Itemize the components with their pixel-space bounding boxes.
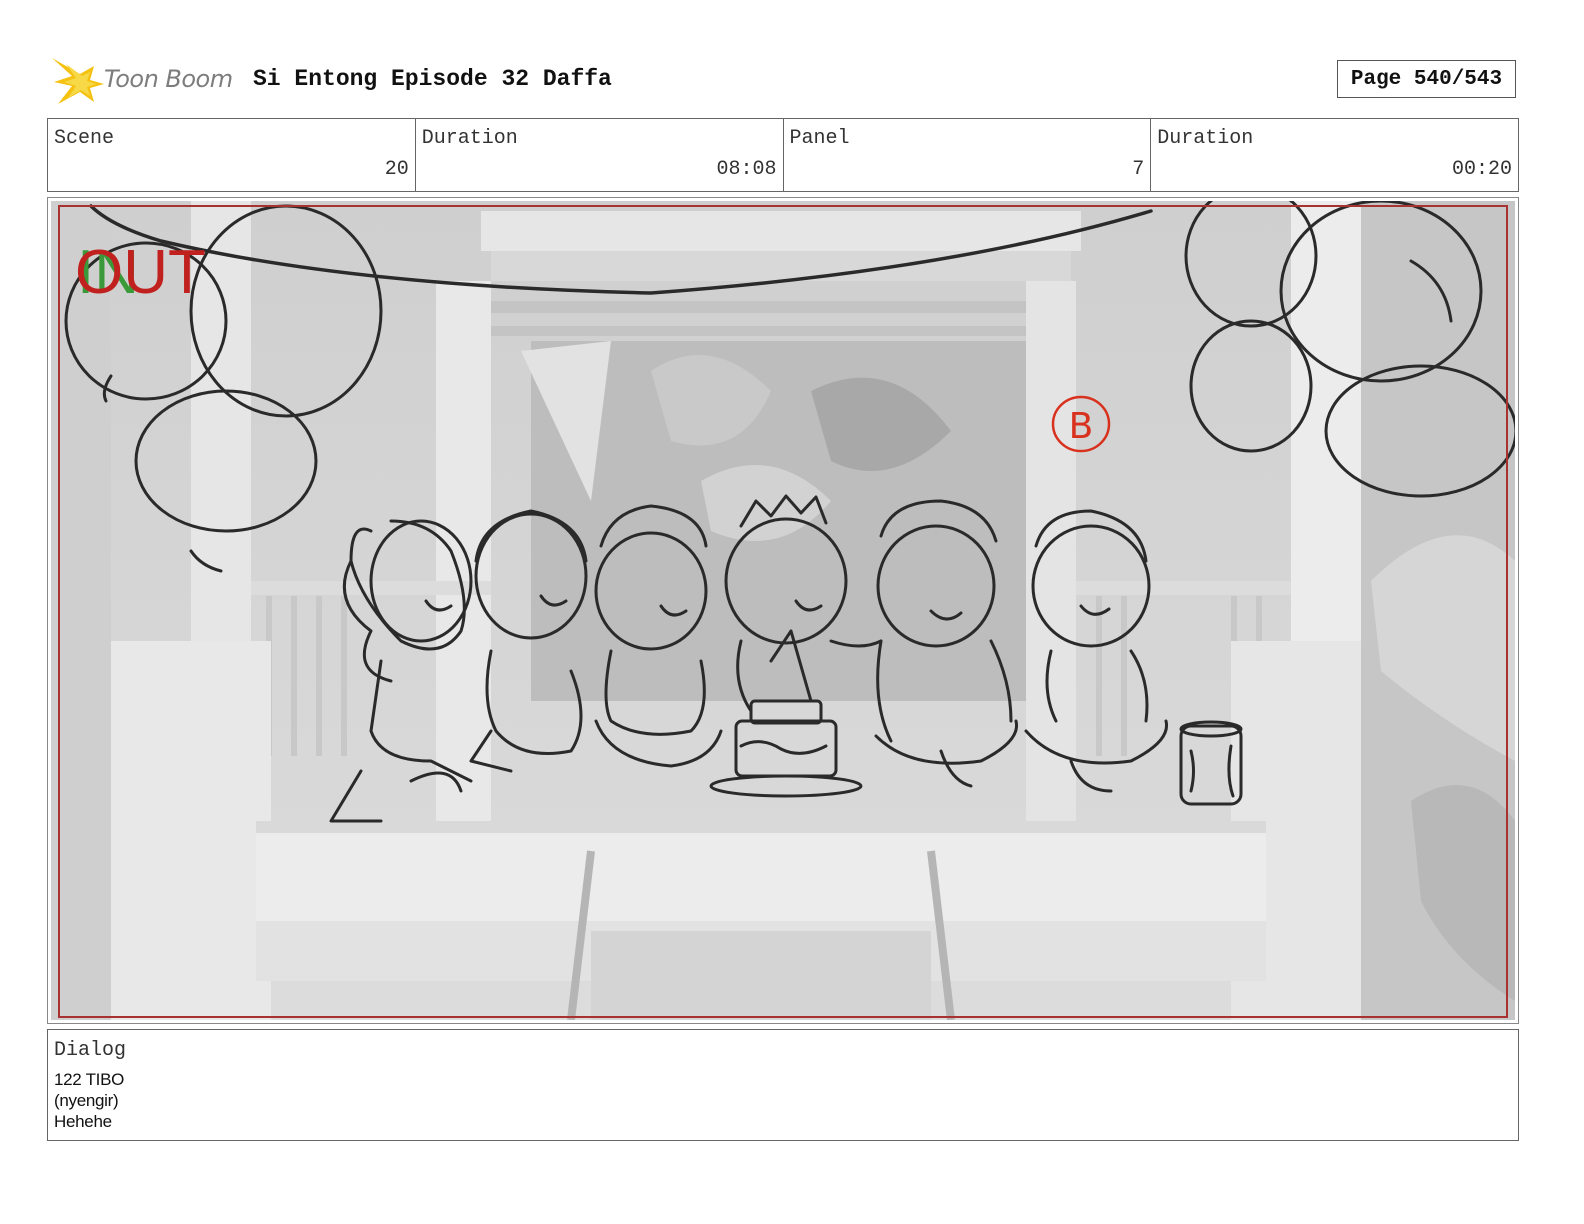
document-title: Si Entong Episode 32 Daffa xyxy=(253,66,612,92)
scene-duration-cell: Duration 08:08 xyxy=(416,119,784,191)
panel-label: Panel xyxy=(789,127,850,150)
scene-duration-value: 08:08 xyxy=(716,158,777,181)
toon-boom-logo: Toon Boom xyxy=(50,54,240,106)
storyboard-panel-image: B IN OUT xyxy=(51,201,1515,1020)
logo-burst-icon xyxy=(52,58,104,104)
panel-value: 7 xyxy=(1132,158,1145,181)
scene-duration-label: Duration xyxy=(421,127,518,150)
scene-cell: Scene 20 xyxy=(48,119,416,191)
panel-duration-value: 00:20 xyxy=(1451,158,1512,181)
logo-text: Toon Boom xyxy=(104,65,233,93)
dialog-line: 122 TIBO xyxy=(54,1070,125,1089)
dialog-label: Dialog xyxy=(54,1039,127,1062)
panel-cell: Panel 7 xyxy=(784,119,1152,191)
dialog-box: Dialog 122 TIBO (nyengir) Hehehe xyxy=(47,1029,1519,1141)
scene-label: Scene xyxy=(54,127,115,150)
page-number: Page 540/543 xyxy=(1337,60,1516,98)
panel-duration-label: Duration xyxy=(1157,127,1254,150)
scene-value: 20 xyxy=(384,158,409,181)
panel-info-row: Scene 20 Duration 08:08 Panel 7 Duration… xyxy=(47,118,1519,192)
dialog-line: Hehehe xyxy=(54,1112,112,1131)
dialog-line: (nyengir) xyxy=(54,1091,119,1110)
annotation-b-text: B xyxy=(1069,406,1094,447)
out-marker: OUT xyxy=(75,238,206,307)
panel-duration-cell: Duration 00:20 xyxy=(1151,119,1518,191)
